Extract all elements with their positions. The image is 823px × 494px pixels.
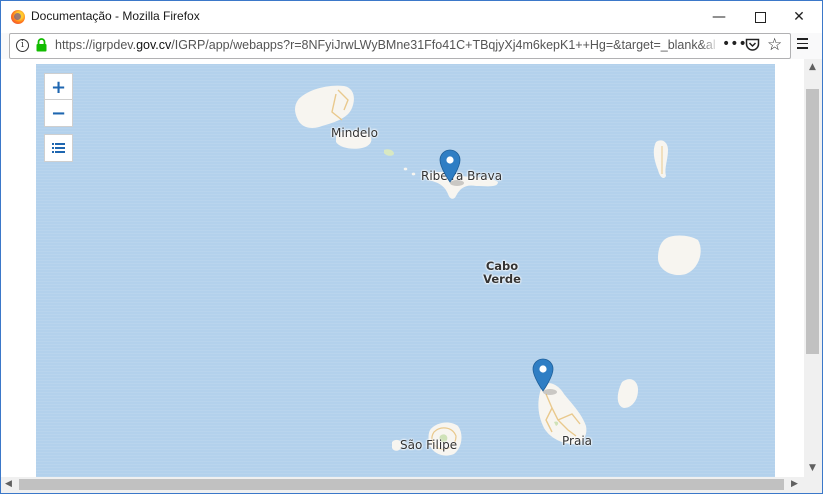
bookmark-star-icon[interactable]: ☆ [767, 35, 782, 55]
title-bar: Documentação - Mozilla Firefox — ✕ [1, 1, 822, 33]
island-sal [653, 140, 668, 178]
list-icon [52, 143, 65, 153]
island-islet-2 [411, 172, 416, 176]
scroll-up-icon[interactable]: ▲ [809, 62, 816, 72]
label-sao-filipe: São Filipe [400, 438, 458, 452]
horizontal-scrollbar[interactable]: ◀ ▶ [1, 477, 804, 493]
close-icon: ✕ [793, 9, 805, 25]
island-boa-vista [658, 235, 701, 276]
url-text[interactable]: https://igrpdev.gov.cv/IGRP/app/webapps?… [55, 38, 715, 52]
maximize-icon [754, 11, 766, 23]
close-button[interactable]: ✕ [781, 1, 817, 33]
label-country: Cabo Verde [482, 260, 522, 286]
lock-icon[interactable] [36, 38, 47, 52]
scroll-right-icon[interactable]: ▶ [791, 479, 798, 489]
zoom-out-button[interactable]: − [44, 99, 73, 127]
map-canvas [295, 85, 701, 456]
island-maio [617, 379, 638, 408]
url-fade [700, 35, 720, 57]
map-view[interactable]: + − Mindelo Ribeira Brava Cabo Verde São… [36, 64, 775, 477]
zoom-in-button[interactable]: + [44, 73, 73, 101]
scroll-left-icon[interactable]: ◀ [5, 479, 12, 489]
page-actions-icon[interactable]: ••• [722, 36, 747, 52]
vertical-scrollbar[interactable]: ▲ ▼ [804, 59, 822, 477]
map-marker-praia[interactable] [531, 357, 561, 397]
label-praia: Praia [562, 434, 592, 448]
island-islet [403, 167, 408, 171]
vertical-scroll-thumb[interactable] [806, 89, 819, 354]
horizontal-scroll-thumb[interactable] [19, 479, 784, 490]
scrollbar-corner [804, 477, 822, 493]
island-santa-luzia [384, 149, 394, 156]
minimize-icon: — [712, 9, 726, 25]
site-info-icon[interactable]: i [16, 39, 29, 52]
window-title: Documentação - Mozilla Firefox [31, 9, 200, 23]
label-country-line2: Verde [483, 272, 521, 286]
firefox-logo-icon [11, 10, 25, 24]
layers-list-button[interactable] [44, 134, 73, 162]
pocket-icon[interactable] [745, 38, 760, 52]
navigation-bar: i https://igrpdev.gov.cv/IGRP/app/webapp… [1, 33, 822, 59]
hamburger-menu-icon[interactable] [797, 38, 808, 52]
scroll-down-icon[interactable]: ▼ [809, 463, 816, 473]
map-marker-ribeira-brava[interactable] [438, 148, 468, 188]
url-bar[interactable]: i https://igrpdev.gov.cv/IGRP/app/webapp… [9, 33, 791, 59]
firefox-window: Documentação - Mozilla Firefox — ✕ i htt… [0, 0, 823, 494]
page-content: + − Mindelo Ribeira Brava Cabo Verde São… [1, 59, 804, 477]
label-mindelo: Mindelo [331, 126, 378, 140]
maximize-button[interactable] [742, 1, 778, 33]
minimize-button[interactable]: — [701, 1, 737, 33]
